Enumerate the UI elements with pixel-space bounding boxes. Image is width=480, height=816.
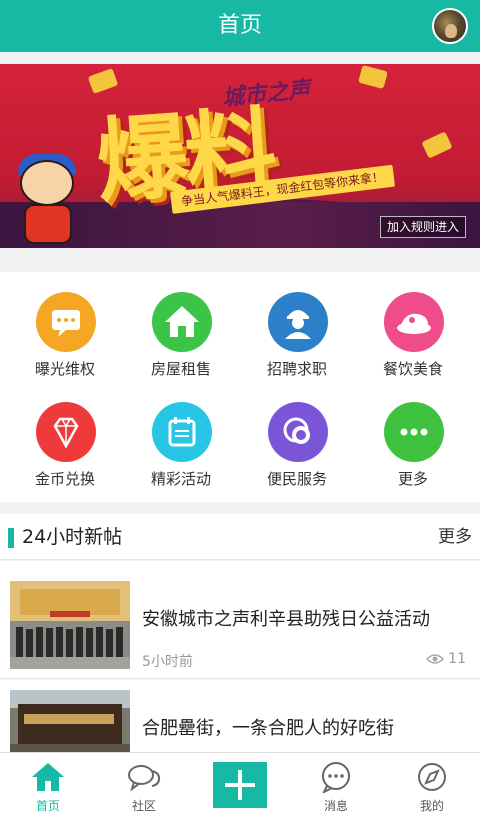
eye-icon (426, 654, 445, 664)
category-label: 精彩活动 (150, 470, 211, 488)
tab-label: 社区 (131, 799, 156, 813)
section-header: 24小时新帖 更多 (0, 514, 480, 560)
mascot-illustration (14, 154, 84, 246)
food-icon (384, 292, 444, 352)
category-label: 曝光维权 (34, 360, 95, 378)
promo-banner[interactable]: 爆料 城市之声 争当人气爆料王，现金红包等你来拿！ 加入规则进入 (0, 64, 480, 248)
tab-post[interactable] (192, 753, 288, 816)
user-avatar[interactable] (432, 8, 468, 44)
category-jobs[interactable]: 招聘求职 (237, 272, 357, 382)
section-title: 24小时新帖 (22, 526, 123, 548)
category-label: 房屋租售 (150, 360, 211, 378)
page-title: 首页 (217, 13, 262, 38)
list-item[interactable]: 安徽城市之声利辛县助残日公益活动 5小时前 11 (0, 561, 480, 679)
community-icon (128, 765, 161, 792)
more-icon (384, 402, 444, 462)
top-bar: 首页 (0, 0, 480, 52)
category-label: 招聘求职 (266, 360, 327, 378)
house-icon (152, 292, 212, 352)
category-more[interactable]: 更多 (353, 382, 473, 492)
list-item[interactable]: 合肥罍街，一条合肥人的好吃街 (0, 680, 480, 752)
tab-label: 消息 (323, 799, 348, 813)
post-title: 安徽城市之声利辛县助残日公益活动 (142, 609, 430, 630)
category-coins[interactable]: 金币兑换 (5, 382, 125, 492)
compass-icon (418, 763, 446, 791)
tab-mine[interactable]: 我的 (384, 753, 480, 816)
category-label: 便民服务 (266, 470, 327, 488)
tab-messages[interactable]: 消息 (288, 753, 384, 816)
plus-icon (213, 762, 267, 808)
join-rules-button[interactable]: 加入规则进入 (379, 216, 466, 238)
worker-icon (268, 292, 328, 352)
service-icon (268, 402, 328, 462)
post-thumbnail (10, 690, 130, 752)
section-accent-bar (8, 528, 14, 548)
post-views: 11 (426, 651, 466, 667)
section-more-link[interactable]: 更多 (438, 514, 472, 560)
category-housing[interactable]: 房屋租售 (121, 272, 241, 382)
category-events[interactable]: 精彩活动 (121, 382, 241, 492)
category-food[interactable]: 餐饮美食 (353, 272, 473, 382)
category-services[interactable]: 便民服务 (237, 382, 357, 492)
tab-home[interactable]: 首页 (0, 753, 96, 816)
post-time: 5小时前 (142, 654, 193, 670)
message-icon (322, 762, 350, 793)
post-thumbnail (10, 581, 130, 669)
category-grid: 曝光维权 房屋租售 招聘求职 餐饮美食 金币兑换 精彩活动 便民服务 更多 (0, 272, 480, 502)
category-label: 金币兑换 (34, 470, 95, 488)
category-exposure[interactable]: 曝光维权 (5, 272, 125, 382)
category-label: 更多 (397, 470, 428, 488)
post-title: 合肥罍街，一条合肥人的好吃街 (142, 718, 394, 739)
category-label: 餐饮美食 (382, 360, 443, 378)
tab-label: 我的 (419, 799, 444, 813)
tab-label: 首页 (35, 799, 60, 813)
post-view-count: 11 (448, 651, 466, 667)
bottom-tab-bar: 首页 社区 消息 我的 (0, 752, 480, 816)
diamond-icon (36, 402, 96, 462)
tab-community[interactable]: 社区 (96, 753, 192, 816)
home-icon (32, 763, 64, 791)
chat-bubble-icon (36, 292, 96, 352)
calendar-icon (152, 402, 212, 462)
